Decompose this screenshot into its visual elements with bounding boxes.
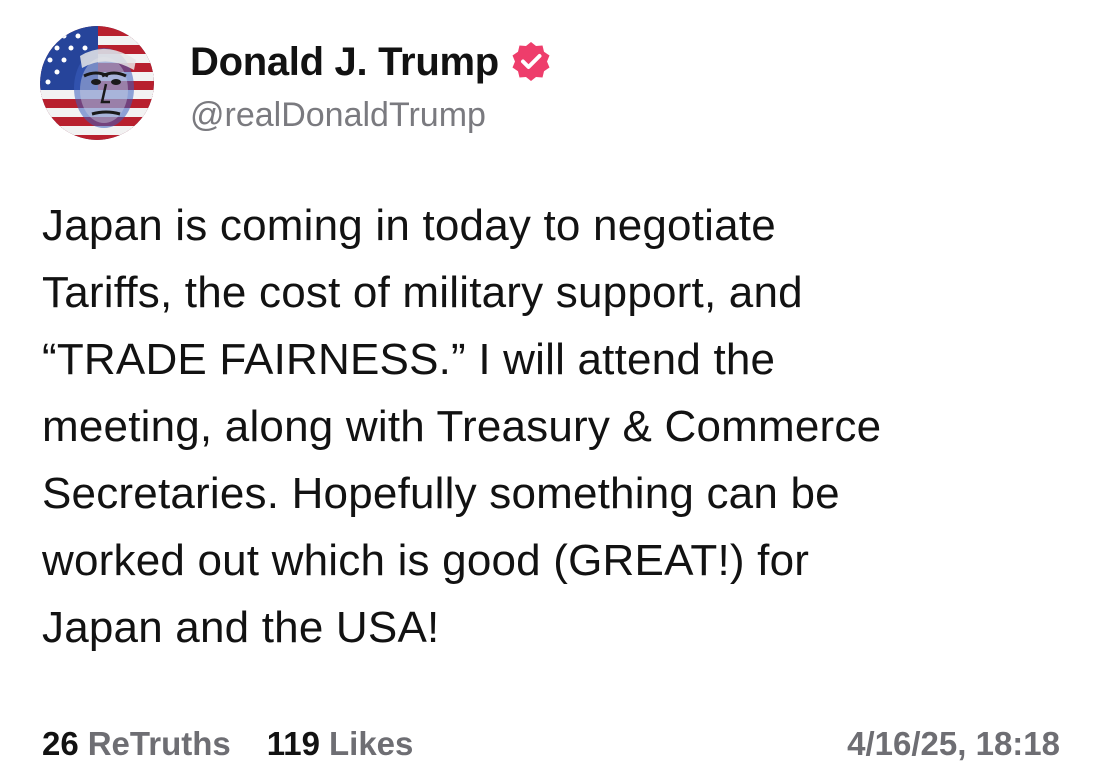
- likes-stat[interactable]: 119 Likes: [267, 725, 414, 763]
- retruths-count: 26: [42, 725, 79, 762]
- post-body-text: Japan is coming in today to negotiate Ta…: [42, 201, 882, 652]
- likes-label: Likes: [329, 725, 414, 762]
- post-timestamp[interactable]: 4/16/25, 18:18: [847, 725, 1060, 763]
- avatar-image: [40, 26, 154, 140]
- profile-avatar[interactable]: [40, 26, 154, 140]
- post-footer: 26 ReTruths 119 Likes 4/16/25, 18:18: [42, 722, 1060, 766]
- author-display-name[interactable]: Donald J. Trump: [190, 40, 499, 85]
- truth-post: Donald J. Trump @realDonaldTrump Japan i…: [0, 0, 1102, 778]
- retruths-stat[interactable]: 26 ReTruths: [42, 725, 231, 763]
- retruths-label: ReTruths: [87, 725, 231, 762]
- author-name-row: Donald J. Trump: [190, 38, 553, 86]
- verified-badge-icon: [509, 40, 553, 84]
- likes-count: 119: [266, 725, 320, 762]
- author-handle[interactable]: @realDonaldTrump: [190, 96, 486, 135]
